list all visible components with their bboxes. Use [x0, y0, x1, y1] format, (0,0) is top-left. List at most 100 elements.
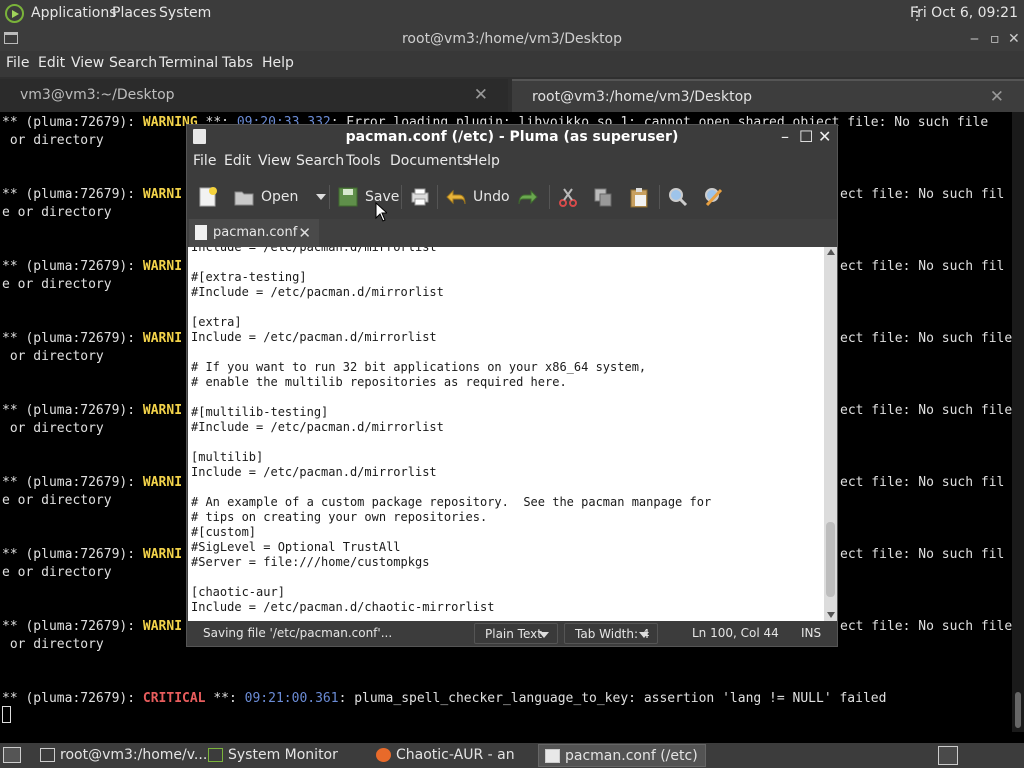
editor-scrollbar[interactable] — [824, 247, 837, 621]
terminal-titlebar[interactable]: root@vm3:/home/vm3/Desktop ‒ ▫ ✕ — [0, 27, 1024, 51]
clock[interactable]: Fri Oct 6, 09:21 — [910, 5, 1018, 21]
replace-button[interactable] — [703, 183, 731, 211]
distro-logo-icon[interactable] — [5, 4, 24, 23]
save-icon — [337, 186, 359, 208]
task-system-monitor[interactable]: System Monitor — [202, 744, 366, 767]
cut-button[interactable] — [557, 183, 585, 211]
language-dropdown[interactable]: Plain Text — [474, 623, 558, 644]
terminal-title: root@vm3:/home/vm3/Desktop — [401, 31, 623, 47]
terminal-tab-2[interactable]: root@vm3:/home/vm3/Desktop ✕ — [512, 79, 1024, 112]
pluma-title: pacman.conf (/etc) - Pluma (as superuser… — [345, 129, 679, 145]
task-firefox[interactable]: Chaotic-AUR - an au... — [370, 744, 536, 767]
pluma-titlebar[interactable]: pacman.conf (/etc) - Pluma (as superuser… — [187, 125, 837, 149]
terminal-menu-view[interactable]: View — [71, 55, 104, 71]
terminal-line-tail: ect file: No such fil — [840, 187, 1005, 202]
menu-system[interactable]: System — [159, 5, 211, 21]
editor-line: #[custom] — [191, 525, 257, 539]
terminal-line: or directory — [2, 349, 104, 364]
maximize-icon[interactable]: ▫ — [990, 27, 1000, 51]
copy-button[interactable] — [592, 183, 620, 211]
terminal-line: e or directory — [2, 205, 112, 220]
pluma-menu-file[interactable]: File — [193, 153, 216, 169]
terminal-scrollbar-thumb[interactable] — [1015, 692, 1021, 728]
close-tab-icon[interactable]: ✕ — [474, 79, 488, 112]
close-tab-icon[interactable]: ✕ — [298, 219, 311, 247]
editor-line: # An example of a custom package reposit… — [191, 495, 712, 509]
scroll-down-icon[interactable] — [827, 612, 835, 618]
close-tab-icon[interactable]: ✕ — [990, 81, 1004, 114]
workspace-switcher[interactable] — [938, 746, 958, 765]
terminal-tab-1[interactable]: vm3@vm3:~/Desktop ✕ — [0, 79, 508, 112]
insert-mode: INS — [801, 626, 822, 640]
redo-button[interactable] — [517, 183, 545, 211]
editor-line: Include = /etc/pacman.d/mirrorlist — [191, 465, 437, 479]
editor-line: #Server = file:///home/custompkgs — [191, 555, 430, 569]
pluma-statusbar: Saving file '/etc/pacman.conf'... Plain … — [187, 621, 837, 646]
task-label: Chaotic-AUR - an au... — [396, 747, 515, 763]
tab-width-dropdown[interactable]: Tab Width: 4 — [564, 623, 658, 644]
minimize-icon[interactable]: – — [781, 125, 789, 149]
save-button[interactable]: Save — [337, 183, 399, 211]
text-editor[interactable]: Include = /etc/pacman.d/mirrorlist #[ext… — [188, 247, 824, 621]
open-button[interactable]: Open — [233, 183, 327, 211]
editor-line: Include = /etc/pacman.d/chaotic-mirrorli… — [191, 600, 495, 614]
task-label: pacman.conf (/etc) - ... — [565, 748, 698, 764]
pluma-menu-view[interactable]: View — [258, 153, 291, 169]
task-label: root@vm3:/home/v... — [60, 747, 208, 763]
pluma-menu-documents[interactable]: Documents — [390, 153, 470, 169]
chevron-down-icon — [539, 632, 549, 638]
undo-button[interactable]: Undo — [445, 183, 510, 211]
find-replace-icon — [703, 186, 725, 208]
new-document-icon — [197, 186, 219, 208]
menu-places[interactable]: Places — [112, 5, 157, 21]
terminal-line: e or directory — [2, 493, 112, 508]
task-pluma[interactable]: pacman.conf (/etc) - ... — [538, 744, 706, 767]
terminal-line-critical: ** (pluma:72679): CRITICAL **: 09:21:00.… — [2, 691, 887, 706]
undo-icon — [445, 186, 467, 208]
close-icon[interactable]: ✕ — [1008, 27, 1020, 51]
print-button[interactable] — [409, 183, 437, 211]
tab-label: pacman.conf — [213, 225, 298, 240]
terminal-menu-file[interactable]: File — [6, 55, 29, 71]
scroll-up-icon[interactable] — [827, 249, 835, 255]
pluma-window: pacman.conf (/etc) - Pluma (as superuser… — [186, 124, 838, 647]
terminal-cursor — [2, 706, 11, 723]
chevron-down-icon[interactable] — [316, 194, 327, 200]
editor-line: # If you want to run 32 bit applications… — [191, 360, 647, 374]
editor-line: # enable the multilib repositories as re… — [191, 375, 567, 389]
terminal-line-tail: ect file: No such file — [840, 619, 1012, 634]
show-desktop-icon[interactable] — [3, 747, 21, 763]
terminal-menu-help[interactable]: Help — [262, 55, 294, 71]
new-document-button[interactable] — [197, 183, 225, 211]
close-icon[interactable]: ✕ — [818, 125, 831, 149]
terminal-line-tail: ect file: No such fil — [840, 547, 1005, 562]
find-button[interactable] — [667, 183, 695, 211]
terminal-menu-search[interactable]: Search — [109, 55, 157, 71]
print-icon — [409, 186, 431, 208]
minimize-icon[interactable]: ‒ — [970, 27, 979, 51]
terminal-line: or directory — [2, 421, 104, 436]
task-terminal[interactable]: root@vm3:/home/v... — [34, 744, 207, 767]
terminal-window-icon[interactable] — [4, 32, 18, 44]
pluma-menubar: File Edit View Search Tools Documents He… — [187, 149, 837, 175]
taskbar: root@vm3:/home/v... System Monitor Chaot… — [0, 743, 1024, 768]
menu-applications[interactable]: Applications — [31, 5, 117, 21]
terminal-menu-tabs[interactable]: Tabs — [222, 55, 253, 71]
pluma-menu-tools[interactable]: Tools — [346, 153, 381, 169]
pluma-menu-help[interactable]: Help — [468, 153, 500, 169]
maximize-icon[interactable]: ☐ — [799, 125, 813, 149]
terminal-menu-edit[interactable]: Edit — [38, 55, 65, 71]
pluma-menu-edit[interactable]: Edit — [224, 153, 251, 169]
terminal-menubar: File Edit View Search Terminal Tabs Help — [0, 51, 1024, 77]
pluma-app-icon[interactable] — [193, 129, 206, 144]
chevron-down-icon — [639, 632, 649, 638]
pluma-menu-search[interactable]: Search — [296, 153, 344, 169]
paste-button[interactable] — [628, 183, 656, 211]
copy-icon — [592, 186, 614, 208]
tab-pacman-conf[interactable]: pacman.conf ✕ — [189, 219, 319, 247]
terminal-line: ** (pluma:72679): WARNI — [2, 259, 183, 274]
terminal-line: e or directory — [2, 277, 112, 292]
editor-scrollbar-thumb[interactable] — [826, 522, 835, 597]
terminal-scrollbar[interactable] — [1012, 112, 1024, 732]
terminal-menu-terminal[interactable]: Terminal — [159, 55, 218, 71]
